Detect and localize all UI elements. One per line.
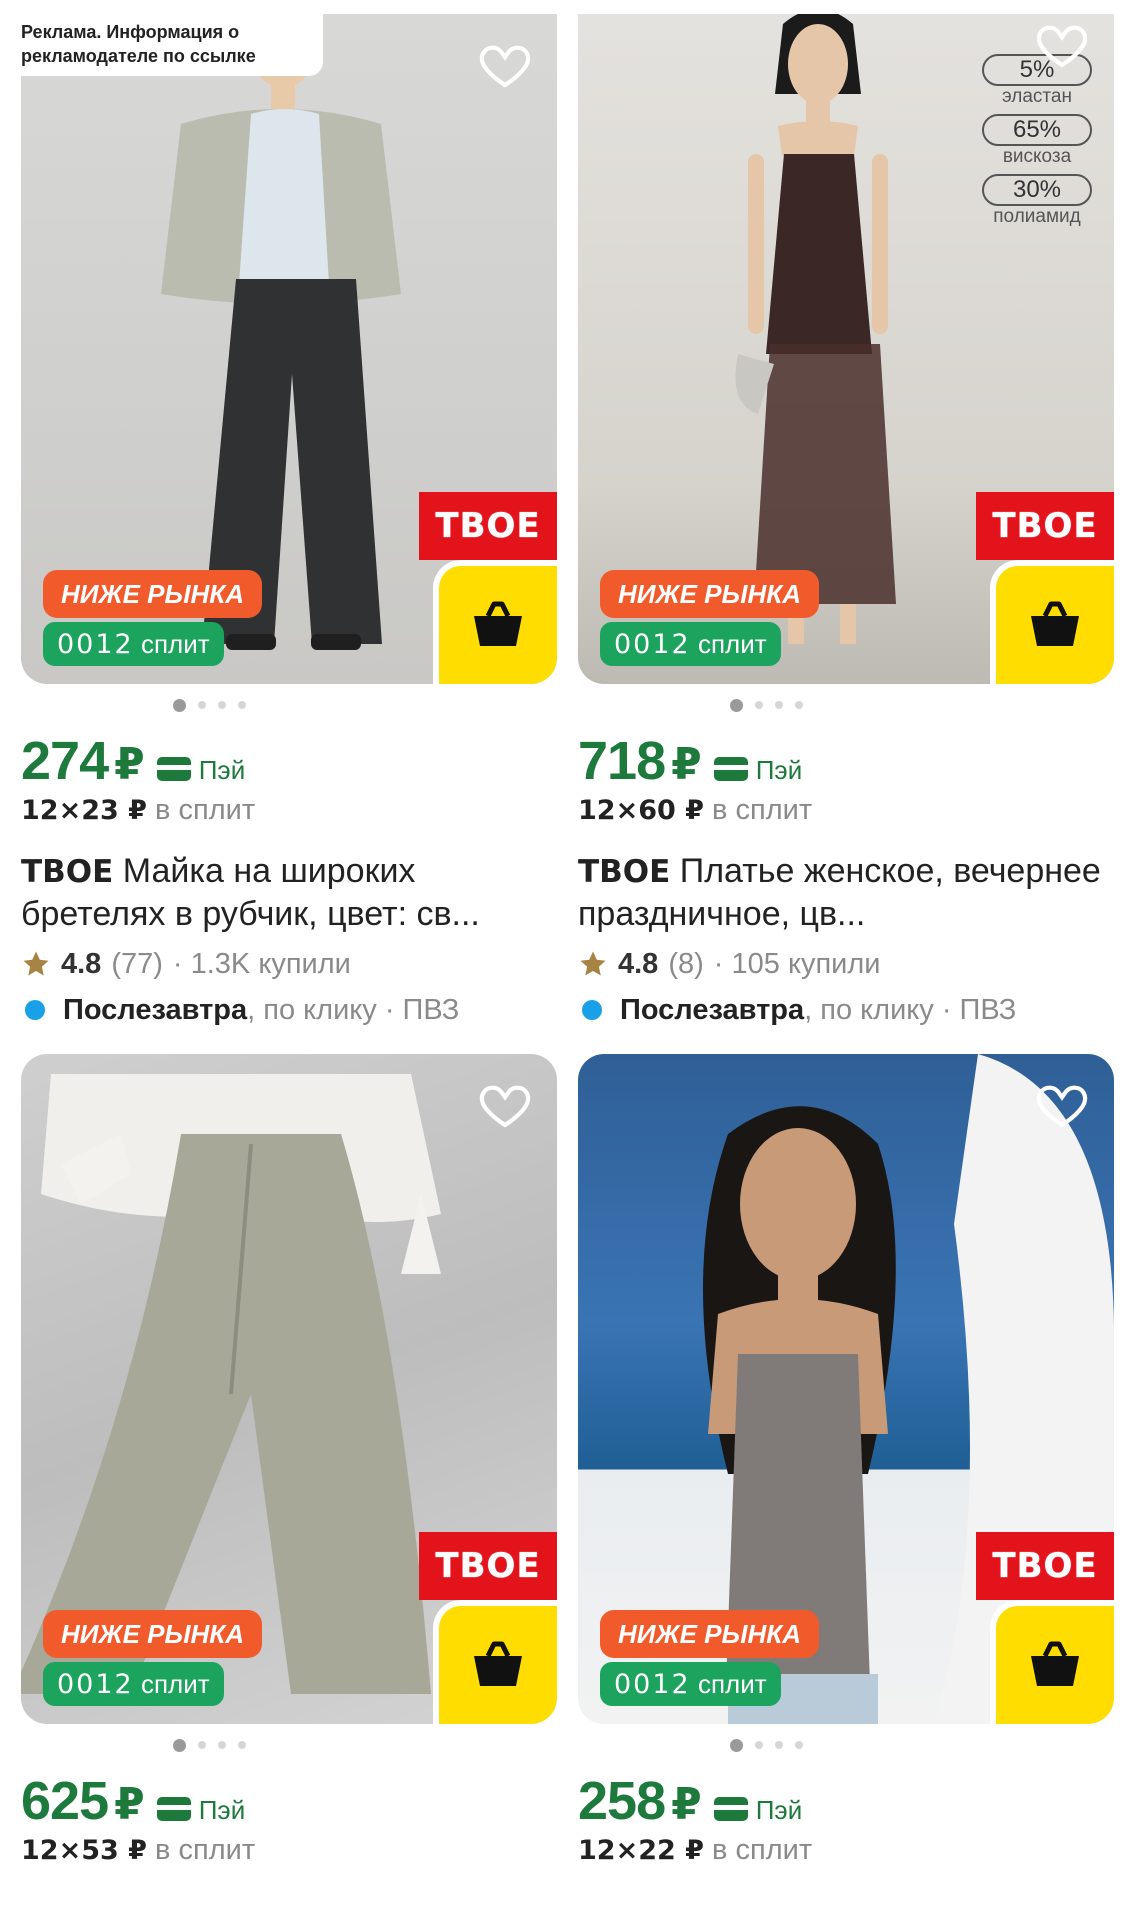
product-photo[interactable]: Реклама. Информация о рекламодателе по с… bbox=[21, 14, 557, 684]
pay-card-icon bbox=[713, 757, 748, 781]
price-row: 718 ₽ Пэй bbox=[578, 730, 1114, 791]
product-card[interactable]: ТВОЕ НИЖЕ РЫНКА 0012 сплит 258 ₽ Пэй 12×… bbox=[578, 1054, 1114, 1874]
delivery-dot bbox=[25, 1000, 45, 1020]
cart-basket-icon bbox=[474, 1641, 522, 1686]
rating-row: 4.8 (8) · 105 купили bbox=[578, 944, 1114, 984]
brand-tag: ТВОЕ bbox=[419, 492, 557, 560]
price-row: 258 ₽ Пэй bbox=[578, 1770, 1114, 1831]
split-badge: 0012 сплит bbox=[43, 1662, 224, 1706]
composition-item: 30% полиамид bbox=[982, 174, 1092, 228]
split-badge: 0012 сплит bbox=[600, 1662, 781, 1706]
star-icon bbox=[23, 951, 49, 976]
ad-disclaimer[interactable]: Реклама. Информация о рекламодателе по с… bbox=[21, 14, 323, 76]
add-to-cart-button[interactable] bbox=[433, 560, 557, 684]
brand-tag: ТВОЕ bbox=[976, 1532, 1114, 1600]
delivery-info: Послезавтра, по клику · ПВЗ bbox=[578, 990, 1114, 1030]
price-row: 274 ₽ Пэй bbox=[21, 730, 557, 791]
carousel-dots bbox=[578, 698, 1114, 712]
split-badge: 0012 сплит bbox=[43, 622, 224, 666]
price: 625 bbox=[21, 1771, 109, 1831]
delivery-dot bbox=[582, 1000, 602, 1020]
currency: ₽ bbox=[114, 740, 145, 789]
delivery-info: Послезавтра, по клику · ПВЗ bbox=[21, 990, 557, 1030]
pay-label: Пэй bbox=[198, 1795, 246, 1825]
product-title[interactable]: ТВОЕ Майка на широких бретелях в рубчик,… bbox=[21, 850, 557, 934]
product-photo[interactable]: ТВОЕ НИЖЕ РЫНКА 0012 сплит bbox=[578, 1054, 1114, 1724]
carousel-dots bbox=[21, 698, 557, 712]
product-title[interactable]: ТВОЕ Платье женское, вечернее празднично… bbox=[578, 850, 1114, 934]
brand-tag: ТВОЕ bbox=[976, 492, 1114, 560]
rating-row: 4.8 (77) · 1.3K купили bbox=[21, 944, 557, 984]
carousel-dots bbox=[578, 1738, 1114, 1752]
split-payment: 12×23 ₽ в сплит bbox=[21, 794, 256, 826]
star-icon bbox=[580, 951, 606, 976]
split-payment: 12×60 ₽ в сплит bbox=[578, 794, 813, 826]
split-payment: 12×53 ₽ в сплит bbox=[21, 1834, 256, 1866]
heart-icon[interactable] bbox=[477, 36, 533, 92]
split-badge: 0012 сплит bbox=[600, 622, 781, 666]
cart-basket-icon bbox=[1031, 1641, 1079, 1686]
product-photo[interactable]: ТВОЕ НИЖЕ РЫНКА 0012 сплит bbox=[21, 1054, 557, 1724]
heart-icon[interactable] bbox=[1034, 16, 1090, 72]
product-card[interactable]: 5% эластан 65% вискоза 30% полиамид ТВОЕ… bbox=[578, 14, 1114, 1030]
pay-card-icon bbox=[156, 757, 191, 781]
pay-label: Пэй bbox=[755, 755, 803, 785]
add-to-cart-button[interactable] bbox=[990, 560, 1114, 684]
currency: ₽ bbox=[114, 1780, 145, 1829]
add-to-cart-button[interactable] bbox=[990, 1600, 1114, 1724]
below-market-badge: НИЖЕ РЫНКА bbox=[600, 570, 820, 618]
cart-basket-icon bbox=[1031, 601, 1079, 646]
brand-tag: ТВОЕ bbox=[419, 1532, 557, 1600]
price: 258 bbox=[578, 1771, 666, 1831]
add-to-cart-button[interactable] bbox=[433, 1600, 557, 1724]
below-market-badge: НИЖЕ РЫНКА bbox=[600, 1610, 820, 1658]
price: 718 bbox=[578, 731, 666, 791]
currency: ₽ bbox=[671, 740, 702, 789]
pay-card-icon bbox=[713, 1797, 748, 1821]
price: 274 bbox=[21, 731, 109, 791]
composition-item: 65% вискоза bbox=[982, 114, 1092, 168]
below-market-badge: НИЖЕ РЫНКА bbox=[43, 1610, 263, 1658]
carousel-dots bbox=[21, 1738, 557, 1752]
product-photo[interactable]: 5% эластан 65% вискоза 30% полиамид ТВОЕ… bbox=[578, 14, 1114, 684]
pay-card-icon bbox=[156, 1797, 191, 1821]
price-row: 625 ₽ Пэй bbox=[21, 1770, 557, 1831]
heart-icon[interactable] bbox=[477, 1076, 533, 1132]
below-market-badge: НИЖЕ РЫНКА bbox=[43, 570, 263, 618]
currency: ₽ bbox=[671, 1780, 702, 1829]
product-card[interactable]: ТВОЕ НИЖЕ РЫНКА 0012 сплит 625 ₽ Пэй 12×… bbox=[21, 1054, 557, 1874]
pay-label: Пэй bbox=[198, 755, 246, 785]
heart-icon[interactable] bbox=[1034, 1076, 1090, 1132]
cart-basket-icon bbox=[474, 601, 522, 646]
composition-list: 5% эластан 65% вискоза 30% полиамид bbox=[982, 54, 1092, 228]
split-payment: 12×22 ₽ в сплит bbox=[578, 1834, 813, 1866]
pay-label: Пэй bbox=[755, 1795, 803, 1825]
product-card[interactable]: Реклама. Информация о рекламодателе по с… bbox=[21, 14, 557, 1030]
